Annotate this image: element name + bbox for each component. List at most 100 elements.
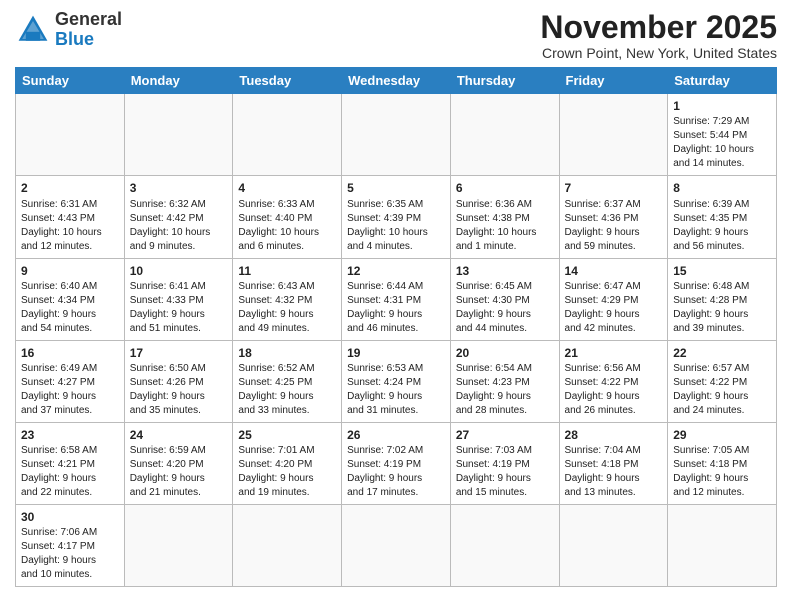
day-info: Sunrise: 6:57 AM Sunset: 4:22 PM Dayligh…: [673, 362, 771, 418]
week-row-1: 1Sunrise: 7:29 AM Sunset: 5:44 PM Daylig…: [16, 94, 777, 176]
calendar-cell: [233, 505, 342, 587]
day-info: Sunrise: 7:04 AM Sunset: 4:18 PM Dayligh…: [565, 444, 663, 500]
calendar-cell: 2Sunrise: 6:31 AM Sunset: 4:43 PM Daylig…: [16, 176, 125, 258]
day-info: Sunrise: 7:02 AM Sunset: 4:19 PM Dayligh…: [347, 444, 445, 500]
day-info: Sunrise: 7:06 AM Sunset: 4:17 PM Dayligh…: [21, 526, 119, 582]
day-number: 20: [456, 345, 554, 361]
calendar-cell: 8 Sunrise: 6:39 AM Sunset: 4:35 PM Daylig…: [668, 176, 777, 258]
day-number: 17: [130, 345, 228, 361]
day-number: 15: [673, 263, 771, 279]
day-number: 24: [130, 427, 228, 443]
calendar-cell: [16, 94, 125, 176]
week-row-3: 9Sunrise: 6:40 AM Sunset: 4:34 PM Daylig…: [16, 258, 777, 340]
weekday-header-sunday: Sunday: [16, 68, 125, 94]
day-number: 26: [347, 427, 445, 443]
day-number: 9: [21, 263, 119, 279]
week-row-6: 30Sunrise: 7:06 AM Sunset: 4:17 PM Dayli…: [16, 505, 777, 587]
calendar-cell: 14Sunrise: 6:47 AM Sunset: 4:29 PM Dayli…: [559, 258, 668, 340]
calendar-cell: 26Sunrise: 7:02 AM Sunset: 4:19 PM Dayli…: [342, 422, 451, 504]
weekday-header-friday: Friday: [559, 68, 668, 94]
calendar-cell: [450, 505, 559, 587]
calendar-cell: 19Sunrise: 6:53 AM Sunset: 4:24 PM Dayli…: [342, 340, 451, 422]
day-info: Sunrise: 6:37 AM Sunset: 4:36 PM Dayligh…: [565, 198, 663, 254]
day-info: Sunrise: 6:33 AM Sunset: 4:40 PM Dayligh…: [238, 198, 336, 254]
logo-icon: [15, 12, 51, 48]
day-number: 7: [565, 180, 663, 196]
day-info: Sunrise: 6:54 AM Sunset: 4:23 PM Dayligh…: [456, 362, 554, 418]
day-info: Sunrise: 6:43 AM Sunset: 4:32 PM Dayligh…: [238, 280, 336, 336]
day-number: 6: [456, 180, 554, 196]
day-info: Sunrise: 6:35 AM Sunset: 4:39 PM Dayligh…: [347, 198, 445, 254]
day-info: Sunrise: 6:45 AM Sunset: 4:30 PM Dayligh…: [456, 280, 554, 336]
calendar-cell: 24Sunrise: 6:59 AM Sunset: 4:20 PM Dayli…: [124, 422, 233, 504]
day-number: 30: [21, 509, 119, 525]
calendar-cell: 11Sunrise: 6:43 AM Sunset: 4:32 PM Dayli…: [233, 258, 342, 340]
title-block: November 2025 Crown Point, New York, Uni…: [540, 10, 777, 61]
day-info: Sunrise: 6:36 AM Sunset: 4:38 PM Dayligh…: [456, 198, 554, 254]
week-row-4: 16Sunrise: 6:49 AM Sunset: 4:27 PM Dayli…: [16, 340, 777, 422]
day-info: Sunrise: 6:40 AM Sunset: 4:34 PM Dayligh…: [21, 280, 119, 336]
weekday-header-thursday: Thursday: [450, 68, 559, 94]
day-info: Sunrise: 6:39 AM Sunset: 4:35 PM Dayligh…: [673, 198, 771, 254]
calendar-cell: [124, 94, 233, 176]
week-row-5: 23Sunrise: 6:58 AM Sunset: 4:21 PM Dayli…: [16, 422, 777, 504]
calendar-cell: 17Sunrise: 6:50 AM Sunset: 4:26 PM Dayli…: [124, 340, 233, 422]
weekday-header-saturday: Saturday: [668, 68, 777, 94]
calendar-cell: [559, 505, 668, 587]
calendar-cell: [668, 505, 777, 587]
day-info: Sunrise: 6:50 AM Sunset: 4:26 PM Dayligh…: [130, 362, 228, 418]
weekday-header-tuesday: Tuesday: [233, 68, 342, 94]
calendar-cell: 9Sunrise: 6:40 AM Sunset: 4:34 PM Daylig…: [16, 258, 125, 340]
day-info: Sunrise: 6:32 AM Sunset: 4:42 PM Dayligh…: [130, 198, 228, 254]
day-number: 8: [673, 180, 771, 196]
week-row-2: 2Sunrise: 6:31 AM Sunset: 4:43 PM Daylig…: [16, 176, 777, 258]
day-number: 25: [238, 427, 336, 443]
calendar-cell: 3 Sunrise: 6:32 AM Sunset: 4:42 PM Daylig…: [124, 176, 233, 258]
day-number: 13: [456, 263, 554, 279]
day-number: 28: [565, 427, 663, 443]
weekday-header-wednesday: Wednesday: [342, 68, 451, 94]
location: Crown Point, New York, United States: [540, 45, 777, 61]
calendar-cell: 10Sunrise: 6:41 AM Sunset: 4:33 PM Dayli…: [124, 258, 233, 340]
day-info: Sunrise: 6:49 AM Sunset: 4:27 PM Dayligh…: [21, 362, 119, 418]
calendar-cell: 6 Sunrise: 6:36 AM Sunset: 4:38 PM Daylig…: [450, 176, 559, 258]
calendar-cell: 23Sunrise: 6:58 AM Sunset: 4:21 PM Dayli…: [16, 422, 125, 504]
day-number: 12: [347, 263, 445, 279]
calendar-cell: 29Sunrise: 7:05 AM Sunset: 4:18 PM Dayli…: [668, 422, 777, 504]
day-info: Sunrise: 7:01 AM Sunset: 4:20 PM Dayligh…: [238, 444, 336, 500]
calendar: SundayMondayTuesdayWednesdayThursdayFrid…: [15, 67, 777, 587]
day-number: 5: [347, 180, 445, 196]
day-info: Sunrise: 6:44 AM Sunset: 4:31 PM Dayligh…: [347, 280, 445, 336]
day-number: 11: [238, 263, 336, 279]
day-info: Sunrise: 6:47 AM Sunset: 4:29 PM Dayligh…: [565, 280, 663, 336]
calendar-cell: 16Sunrise: 6:49 AM Sunset: 4:27 PM Dayli…: [16, 340, 125, 422]
calendar-cell: 18Sunrise: 6:52 AM Sunset: 4:25 PM Dayli…: [233, 340, 342, 422]
weekday-header-row: SundayMondayTuesdayWednesdayThursdayFrid…: [16, 68, 777, 94]
day-info: Sunrise: 7:29 AM Sunset: 5:44 PM Dayligh…: [673, 115, 771, 171]
day-number: 4: [238, 180, 336, 196]
calendar-cell: [124, 505, 233, 587]
day-info: Sunrise: 6:58 AM Sunset: 4:21 PM Dayligh…: [21, 444, 119, 500]
calendar-cell: 15Sunrise: 6:48 AM Sunset: 4:28 PM Dayli…: [668, 258, 777, 340]
day-info: Sunrise: 6:48 AM Sunset: 4:28 PM Dayligh…: [673, 280, 771, 336]
calendar-cell: 7 Sunrise: 6:37 AM Sunset: 4:36 PM Daylig…: [559, 176, 668, 258]
day-info: Sunrise: 7:03 AM Sunset: 4:19 PM Dayligh…: [456, 444, 554, 500]
day-info: Sunrise: 6:56 AM Sunset: 4:22 PM Dayligh…: [565, 362, 663, 418]
weekday-header-monday: Monday: [124, 68, 233, 94]
day-number: 27: [456, 427, 554, 443]
day-number: 22: [673, 345, 771, 361]
day-number: 3: [130, 180, 228, 196]
logo-text: GeneralBlue: [55, 10, 122, 50]
calendar-cell: 5 Sunrise: 6:35 AM Sunset: 4:39 PM Daylig…: [342, 176, 451, 258]
day-info: Sunrise: 7:05 AM Sunset: 4:18 PM Dayligh…: [673, 444, 771, 500]
calendar-cell: 25Sunrise: 7:01 AM Sunset: 4:20 PM Dayli…: [233, 422, 342, 504]
calendar-cell: 30Sunrise: 7:06 AM Sunset: 4:17 PM Dayli…: [16, 505, 125, 587]
day-number: 1: [673, 98, 771, 114]
calendar-cell: [233, 94, 342, 176]
day-number: 29: [673, 427, 771, 443]
day-info: Sunrise: 6:59 AM Sunset: 4:20 PM Dayligh…: [130, 444, 228, 500]
day-number: 2: [21, 180, 119, 196]
calendar-cell: 21Sunrise: 6:56 AM Sunset: 4:22 PM Dayli…: [559, 340, 668, 422]
calendar-cell: 27Sunrise: 7:03 AM Sunset: 4:19 PM Dayli…: [450, 422, 559, 504]
page-header: GeneralBlue November 2025 Crown Point, N…: [15, 10, 777, 61]
